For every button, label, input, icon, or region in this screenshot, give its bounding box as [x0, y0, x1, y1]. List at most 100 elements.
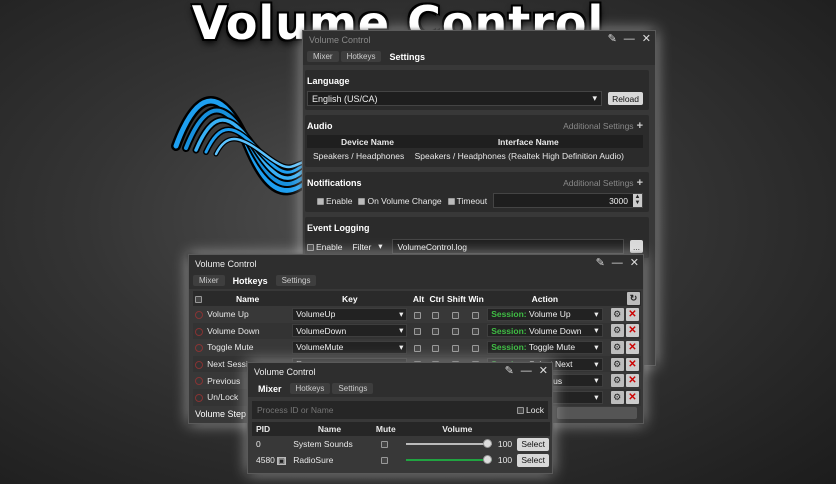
slider-thumb[interactable] [482, 455, 492, 464]
ctrl-checkbox[interactable] [432, 344, 440, 352]
delete-icon[interactable]: ✕ [626, 307, 639, 321]
key-dropdown[interactable]: VolumeDown ▾ [292, 324, 408, 338]
reset-icon[interactable]: ↻ [627, 292, 640, 305]
process-name: RadioSure [293, 455, 334, 465]
win-checkbox[interactable] [471, 311, 479, 319]
table-row[interactable]: 0 System Sounds 100 Select [252, 436, 550, 452]
action-dropdown[interactable]: Session: Toggle Mute ▾ [487, 340, 603, 354]
win-checkbox[interactable] [471, 344, 479, 352]
ctrl-checkbox[interactable] [432, 311, 440, 319]
tab-mixer[interactable]: Mixer [193, 275, 225, 286]
shift-checkbox[interactable] [451, 328, 459, 336]
tab-settings[interactable]: Settings [383, 51, 431, 63]
tab-mixer[interactable]: Mixer [307, 51, 339, 62]
volume-step-slider[interactable] [557, 407, 637, 419]
plus-icon[interactable]: + [637, 177, 643, 189]
configure-icon[interactable]: ⚙ [610, 374, 624, 388]
minimize-icon[interactable]: — [612, 257, 623, 269]
audio-additional-settings-link[interactable]: Additional Settings [563, 121, 633, 131]
alt-checkbox[interactable] [414, 328, 422, 336]
volume-slider[interactable] [405, 455, 492, 465]
settings-titlebar[interactable]: Volume Control ✎ — ✕ [303, 31, 655, 48]
tab-settings[interactable]: Settings [275, 275, 317, 286]
close-icon[interactable]: ✕ [630, 257, 639, 269]
mute-checkbox[interactable] [381, 441, 389, 449]
table-row[interactable]: Volume Up VolumeUp ▾ Session: Volume Up ▾ … [193, 306, 641, 323]
logging-enable-checkbox[interactable]: Enable [307, 242, 342, 252]
notifications-heading: Notifications [307, 177, 362, 188]
checkbox-icon [307, 243, 314, 251]
device-name-header: Device Name [341, 136, 394, 147]
configure-icon[interactable]: ⚙ [610, 357, 624, 371]
device-name-cell: Speakers / Headphones [313, 150, 405, 161]
lock-checkbox[interactable]: Lock [517, 405, 544, 415]
plus-icon[interactable]: + [637, 120, 643, 132]
lock-icon[interactable]: ▣ [277, 457, 286, 465]
audio-device-row[interactable]: Speakers / Headphones Speakers / Headpho… [307, 148, 643, 163]
configure-icon[interactable]: ⚙ [610, 307, 624, 321]
action-dropdown[interactable]: Session: Volume Up ▾ [487, 307, 603, 321]
key-dropdown[interactable]: VolumeUp ▾ [292, 307, 408, 321]
table-row[interactable]: 4580 ▣ RadioSure 100 Select [252, 452, 550, 468]
edit-icon[interactable]: ✎ [596, 257, 605, 269]
delete-icon[interactable]: ✕ [626, 357, 639, 371]
language-dropdown[interactable]: English (US/CA) ▾ [307, 91, 603, 106]
timeout-checkbox[interactable]: Timeout [447, 196, 487, 206]
hotkeys-titlebar[interactable]: Volume Control ✎ — ✕ [189, 255, 643, 272]
configure-icon[interactable]: ⚙ [610, 340, 624, 354]
edit-icon[interactable]: ✎ [608, 33, 617, 45]
reload-button[interactable]: Reload [608, 92, 643, 105]
notifications-additional-settings-link[interactable]: Additional Settings [563, 178, 633, 188]
minimize-icon[interactable]: — [521, 365, 532, 377]
timeout-input[interactable]: 3000 ▲ ▼ [493, 193, 643, 208]
tab-hotkeys[interactable]: Hotkeys [289, 383, 331, 394]
delete-icon[interactable]: ✕ [626, 390, 639, 404]
close-icon[interactable]: ✕ [539, 365, 548, 377]
close-icon[interactable]: ✕ [642, 33, 651, 45]
minimize-icon[interactable]: — [624, 33, 635, 45]
key-value: VolumeMute [296, 342, 344, 353]
checkbox-icon [517, 407, 525, 415]
checkbox-icon [317, 197, 324, 205]
select-button[interactable]: Select [517, 437, 549, 451]
chevron-down-icon: ▾ [399, 325, 404, 336]
delete-icon[interactable]: ✕ [626, 324, 639, 338]
shift-checkbox[interactable] [451, 344, 459, 352]
win-checkbox[interactable] [471, 328, 479, 336]
spinner-icon[interactable]: ▲ ▼ [633, 194, 642, 207]
table-row[interactable]: Volume Down VolumeDown ▾ Session: Volume … [193, 322, 641, 340]
tab-hotkeys[interactable]: Hotkeys [340, 51, 382, 62]
name-header: Name [317, 424, 342, 434]
edit-icon[interactable]: ✎ [505, 365, 514, 377]
log-filter-dropdown[interactable]: Filter ▾ [348, 239, 386, 254]
process-search-input[interactable] [252, 404, 518, 416]
alt-checkbox[interactable] [414, 311, 422, 319]
delete-icon[interactable]: ✕ [626, 340, 639, 354]
log-file-input[interactable]: VolumeControl.log [392, 239, 624, 254]
key-dropdown[interactable]: VolumeMute ▾ [292, 340, 408, 354]
checkbox-icon [447, 197, 455, 205]
browse-button[interactable]: ... [630, 240, 643, 253]
mixer-tabbar: Mixer Hotkeys Settings [248, 380, 552, 397]
on-volume-change-checkbox[interactable]: On Volume Change [358, 196, 442, 206]
window-title: Volume Control [195, 258, 257, 269]
alt-checkbox[interactable] [414, 344, 422, 352]
configure-icon[interactable]: ⚙ [610, 324, 624, 338]
tab-mixer[interactable]: Mixer [252, 383, 288, 395]
notify-enable-checkbox[interactable]: Enable [307, 196, 352, 206]
ctrl-checkbox[interactable] [432, 328, 440, 336]
table-row[interactable]: Toggle Mute VolumeMute ▾ Session: Toggle … [193, 339, 641, 356]
hotkey-name: Volume Down [207, 325, 260, 336]
tab-settings[interactable]: Settings [332, 383, 374, 394]
mixer-titlebar[interactable]: Volume Control ✎ — ✕ [248, 363, 552, 380]
mute-checkbox[interactable] [381, 457, 389, 465]
select-button[interactable]: Select [517, 453, 549, 467]
tab-hotkeys[interactable]: Hotkeys [227, 275, 274, 287]
volume-slider[interactable] [405, 439, 492, 449]
select-all-checkbox[interactable] [194, 295, 202, 303]
configure-icon[interactable]: ⚙ [610, 390, 624, 404]
delete-icon[interactable]: ✕ [626, 374, 639, 388]
slider-thumb[interactable] [482, 439, 492, 448]
shift-checkbox[interactable] [451, 311, 459, 319]
action-dropdown[interactable]: Session: Volume Down ▾ [487, 324, 603, 338]
